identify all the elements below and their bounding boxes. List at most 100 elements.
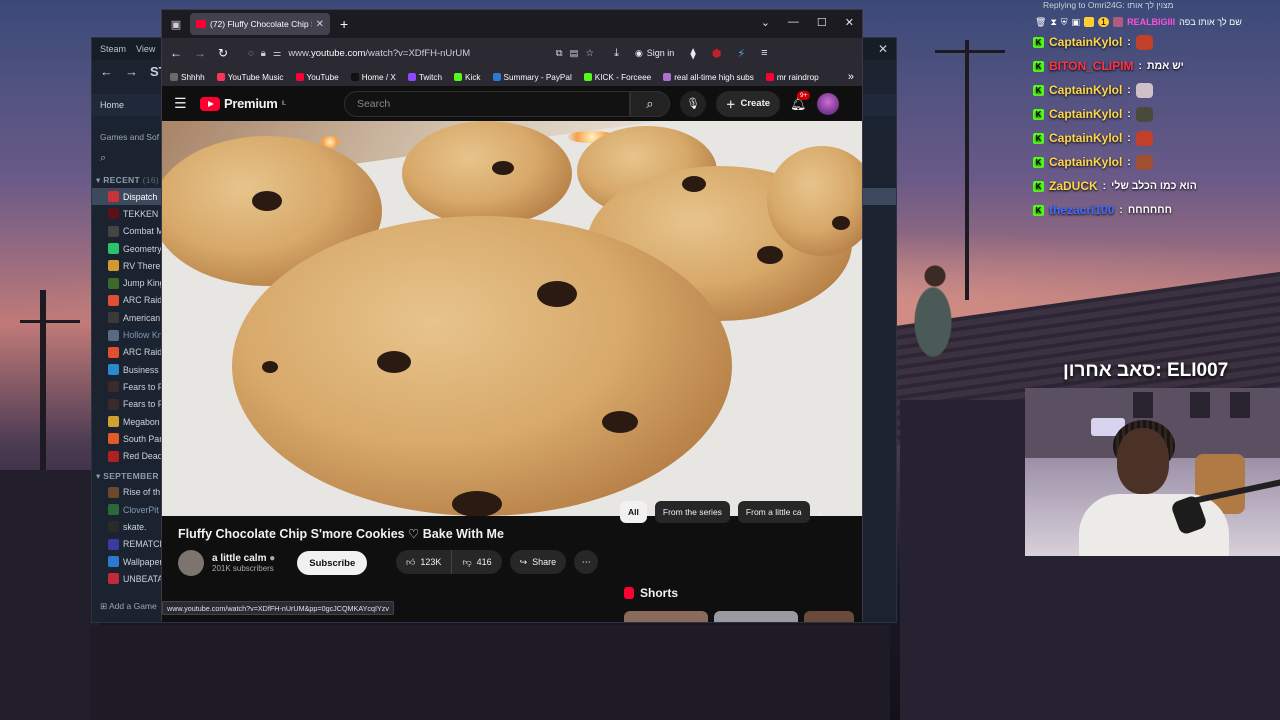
bookmark-item[interactable]: real all-time high subs: [663, 73, 754, 82]
lock-icon[interactable]: 🔒︎: [261, 48, 266, 59]
shorts-icon: [624, 587, 634, 599]
game-title: Hollow Kn: [123, 330, 163, 341]
chip-from-channel[interactable]: From a little ca: [737, 501, 810, 523]
wallpaper-antenna: [935, 50, 1005, 53]
subscribe-button[interactable]: Subscribe: [297, 551, 368, 575]
download-icon[interactable]: ⤓: [614, 47, 619, 60]
channel-name[interactable]: a little calm ●: [212, 553, 275, 564]
bookmark-item[interactable]: Summary - PayPal: [492, 73, 572, 82]
reply-context: Replying to Omri24G: מצוין לך אותו: [1043, 0, 1174, 10]
forward-arrow-icon[interactable]: →: [125, 64, 138, 79]
kick-badge-icon: K: [1033, 108, 1044, 120]
bookmark-item[interactable]: YouTube Music: [216, 73, 284, 82]
share-button[interactable]: ↪ Share: [509, 550, 567, 574]
reload-icon[interactable]: ↻: [218, 46, 228, 60]
menu-icon[interactable]: ≡: [761, 47, 767, 59]
chat-username[interactable]: CaptainKylol: [1049, 35, 1122, 49]
shorts-thumbnail[interactable]: [714, 611, 798, 622]
permissions-icon[interactable]: ⚌: [273, 48, 282, 59]
bookmark-item[interactable]: YouTube: [295, 73, 339, 82]
youtube-logo[interactable]: Premium IL: [200, 96, 286, 111]
picture-in-picture-icon[interactable]: ⧉: [556, 48, 563, 59]
back-arrow-icon[interactable]: ←: [100, 64, 113, 79]
chevron-right-icon[interactable]: ›: [818, 505, 822, 520]
dislike-button[interactable]: 👎︎ 416: [452, 550, 502, 574]
chevron-down-icon[interactable]: ⌄: [761, 16, 770, 29]
extensions-icon[interactable]: ⧫: [690, 47, 695, 60]
like-button[interactable]: 👍︎ 123K: [396, 550, 453, 574]
close-tab-icon[interactable]: ✕: [316, 19, 324, 30]
ublock-icon[interactable]: ⬢: [712, 47, 722, 60]
chip-all[interactable]: All: [620, 501, 647, 523]
search-input[interactable]: Search: [343, 90, 630, 117]
create-button[interactable]: ＋ Create: [715, 90, 781, 117]
shorts-thumbnail[interactable]: [624, 611, 708, 622]
chocolate-chip: [377, 351, 411, 373]
url-bar[interactable]: ◌ 🔒︎ ⚌ www.youtube.com/watch?v=XDfFH-nUr…: [240, 42, 602, 64]
forward-icon[interactable]: →: [194, 46, 206, 60]
game-title: Combat M: [123, 226, 164, 237]
steam-menu-steam[interactable]: Steam: [100, 44, 126, 54]
webcam-feed: [1025, 388, 1280, 556]
new-tab-icon[interactable]: +: [340, 16, 348, 32]
steam-menu-view[interactable]: View: [136, 44, 155, 54]
close-icon[interactable]: ✕: [845, 16, 854, 29]
game-title: Dispatch: [123, 191, 158, 202]
steam-add-game[interactable]: ⊞ Add a Game: [100, 601, 157, 612]
bookmarks-overflow-icon[interactable]: »: [848, 71, 854, 83]
extension-icon[interactable]: ⚡: [737, 47, 745, 60]
chat-username[interactable]: CaptainKylol: [1049, 83, 1122, 97]
chat-line: K CaptainKylol:: [1027, 126, 1280, 150]
channel-avatar[interactable]: [178, 550, 204, 576]
back-icon[interactable]: ←: [170, 46, 182, 60]
cookie: [402, 121, 572, 226]
steam-close-icon[interactable]: ✕: [878, 42, 888, 56]
url-path: /watch?v=XDfFH-nUrUM: [365, 47, 471, 59]
reader-icon[interactable]: ▤: [570, 48, 579, 59]
chat-username[interactable]: thezacri100: [1049, 203, 1114, 217]
chip-from-series[interactable]: From the series: [654, 501, 730, 523]
bookmark-favicon-icon: [583, 73, 592, 81]
chocolate-chip: [252, 191, 282, 211]
shorts-thumbnails: [624, 611, 854, 622]
bookmark-star-icon[interactable]: ☆: [586, 48, 595, 59]
bookmark-item[interactable]: Shhhh: [170, 73, 205, 82]
microphone-icon[interactable]: 🎙︎: [679, 90, 706, 117]
chat-username[interactable]: CaptainKylol: [1049, 155, 1122, 169]
account-icon: ◉: [634, 47, 643, 58]
bookmark-item[interactable]: KICK - Forceee: [583, 73, 651, 82]
browser-window[interactable]: ▣ (72) Fluffy Chocolate Chip S'more ✕ + …: [161, 9, 863, 622]
tab-youtube[interactable]: (72) Fluffy Chocolate Chip S'more ✕: [190, 13, 330, 35]
maximize-icon[interactable]: ☐: [817, 16, 827, 29]
hamburger-icon[interactable]: ☰: [174, 95, 190, 112]
chat-username[interactable]: CaptainKylol: [1049, 107, 1122, 121]
chat-username[interactable]: CaptainKylol: [1049, 131, 1122, 145]
shorts-thumbnail[interactable]: [804, 611, 854, 622]
video-player[interactable]: [162, 121, 862, 516]
notifications-icon[interactable]: 🔔︎ 9+: [790, 90, 811, 112]
search-icon[interactable]: ⌕: [629, 90, 670, 117]
shield-icon[interactable]: ◌: [248, 48, 254, 59]
minimize-icon[interactable]: —: [788, 16, 799, 29]
crown-icon: [1084, 17, 1095, 27]
chat-username: REALBIGIII: [1127, 17, 1176, 27]
more-actions-icon[interactable]: ⋯: [574, 550, 599, 574]
chat-separator: :: [1138, 60, 1142, 72]
chat-username[interactable]: BITON_CLIPIM: [1049, 59, 1133, 73]
game-icon: [108, 486, 119, 498]
bookmark-item[interactable]: mr raindrop: [765, 73, 819, 82]
bookmark-item[interactable]: Kick: [454, 73, 481, 82]
like-dislike-group: 👍︎ 123K 👎︎ 416: [396, 550, 502, 574]
add-game-label: Add a Game: [109, 601, 157, 611]
shorts-header: Shorts: [624, 586, 678, 600]
tab-list-icon[interactable]: ▣: [162, 18, 190, 31]
sign-in-button[interactable]: ◉ Sign in: [635, 48, 674, 59]
game-icon: [108, 433, 119, 445]
bookmark-item[interactable]: Home / X: [350, 73, 396, 82]
avatar[interactable]: [816, 92, 839, 115]
chat-username[interactable]: ZaDUCK: [1049, 179, 1098, 193]
game-title: Rise of th: [123, 487, 161, 498]
game-icon: [108, 381, 119, 393]
game-icon: [108, 504, 119, 516]
bookmark-item[interactable]: Twitch: [407, 73, 442, 82]
